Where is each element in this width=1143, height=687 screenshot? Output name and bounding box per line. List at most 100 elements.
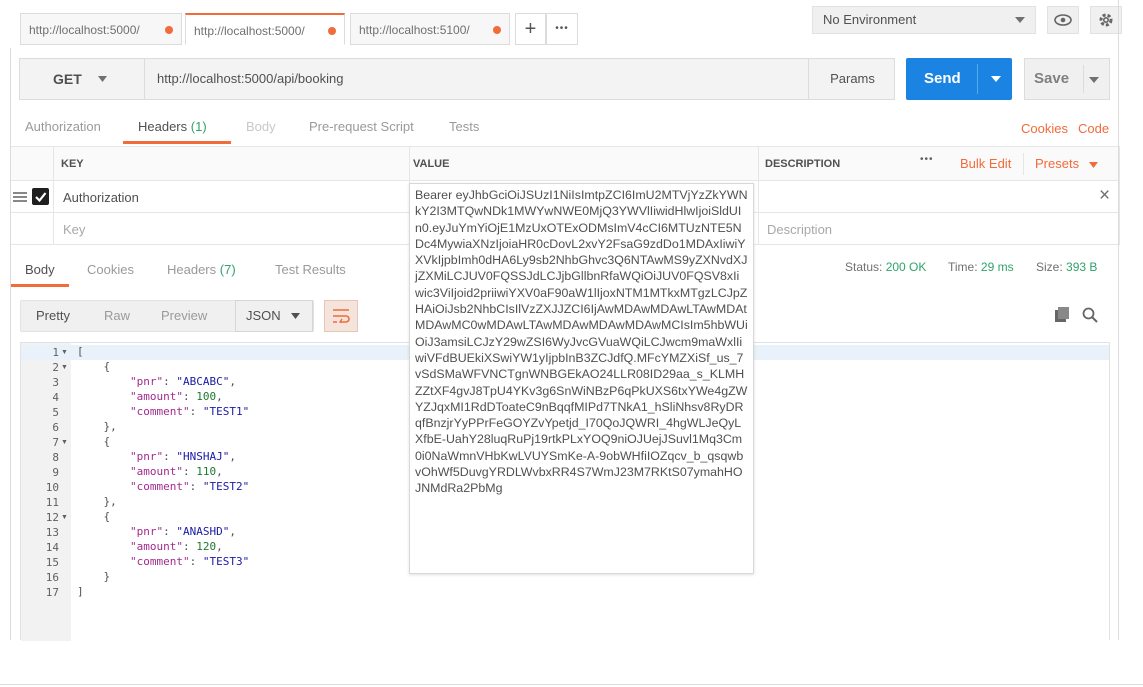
code-line: "amount": 100, (129, 390, 223, 403)
code-line: "pnr": "ANASHD", (129, 525, 236, 538)
eye-icon (1054, 14, 1072, 26)
response-tab-test-results[interactable]: Test Results (275, 262, 346, 277)
code-line: "amount": 120, (129, 540, 223, 553)
format-select[interactable]: JSON (235, 300, 313, 332)
environment-select[interactable]: No Environment (812, 6, 1036, 34)
line-number: 3 (52, 376, 59, 389)
request-tab-1[interactable]: http://localhost:5000/ (20, 13, 182, 45)
line-number: 9 (52, 466, 59, 479)
column-description: DESCRIPTION (765, 158, 841, 170)
line-number: 2 (52, 361, 59, 374)
tab-headers[interactable]: Headers (1) (138, 119, 207, 134)
send-label: Send (924, 70, 961, 87)
response-tab-body[interactable]: Body (25, 262, 55, 277)
format-label: JSON (246, 308, 281, 323)
request-tab-2[interactable]: http://localhost:5000/ (185, 13, 345, 45)
method-select[interactable]: GET (20, 59, 145, 99)
cookies-link[interactable]: Cookies (1021, 121, 1068, 136)
view-preview[interactable]: Preview (161, 301, 207, 331)
fold-arrow-icon[interactable]: ▼ (61, 364, 68, 371)
size-value: 393 B (1066, 260, 1098, 274)
unsaved-dot-icon (493, 26, 501, 34)
time-label: Time: (948, 260, 978, 274)
line-number: 11 (45, 496, 59, 509)
column-value: VALUE (413, 158, 450, 170)
header-value-editor[interactable]: Bearer eyJhbGciOiJSUzI1NiIsImtpZCI6ImU2M… (409, 183, 754, 574)
search-icon[interactable] (1082, 307, 1098, 323)
code-line: { (77, 510, 111, 523)
code-link[interactable]: Code (1078, 121, 1109, 136)
line-number: 4 (52, 391, 59, 404)
presets-dropdown[interactable]: Presets (1035, 156, 1098, 171)
unsaved-dot-icon (328, 27, 336, 35)
line-number: 12 (45, 511, 59, 524)
new-tab-button[interactable]: + (515, 13, 546, 45)
code-line: "pnr": "HNSHAJ", (129, 450, 236, 463)
copy-icon[interactable] (1054, 307, 1070, 323)
params-button[interactable]: Params (808, 59, 896, 99)
chevron-down-icon (98, 76, 107, 82)
environment-quick-look-button[interactable] (1047, 6, 1079, 34)
send-button[interactable]: Send (906, 58, 1012, 100)
response-tab-cookies[interactable]: Cookies (87, 262, 134, 277)
line-number: 5 (52, 406, 59, 419)
drag-handle-icon[interactable] (13, 192, 27, 202)
chevron-down-icon[interactable] (991, 76, 1001, 82)
url-input[interactable]: http://localhost:5000/api/booking (157, 59, 343, 99)
save-divider (1083, 65, 1084, 93)
tab-pre-request-script[interactable]: Pre-request Script (309, 119, 414, 134)
status-value: 200 OK (885, 260, 927, 274)
line-number: 8 (52, 451, 59, 464)
column-key: KEY (61, 158, 84, 170)
headers-count: (1) (190, 119, 207, 134)
chevron-down-icon (1015, 17, 1025, 23)
response-tab-headers[interactable]: Headers (7) (167, 262, 236, 277)
fold-arrow-icon[interactable]: ▼ (61, 439, 68, 446)
checkbox-checked-icon[interactable] (32, 188, 49, 205)
line-number: 1 (52, 346, 59, 359)
code-line: { (77, 435, 111, 448)
wrap-icon (333, 309, 350, 326)
active-tab-indicator (10, 284, 69, 287)
view-raw[interactable]: Raw (104, 301, 130, 331)
tab-options-button[interactable]: ••• (546, 13, 578, 45)
line-number: 10 (45, 481, 59, 494)
code-line: } (77, 570, 111, 583)
pane-border (1118, 0, 1119, 640)
bulk-edit-link[interactable]: Bulk Edit (960, 156, 1011, 171)
size-label: Size: (1036, 260, 1063, 274)
table-options-button[interactable]: ••• (920, 154, 934, 165)
code-line: "comment": "TEST1" (129, 405, 250, 418)
time-readout: Time: 29 ms (948, 260, 1014, 274)
fold-arrow-icon[interactable]: ▼ (61, 514, 68, 521)
description-input[interactable]: Description (767, 222, 832, 237)
save-label: Save (1034, 70, 1070, 87)
key-input[interactable]: Key (63, 222, 85, 237)
line-number: 16 (45, 571, 59, 584)
wrap-lines-button[interactable] (324, 300, 358, 332)
code-line: [ (77, 345, 84, 358)
code-line: }, (77, 420, 117, 433)
delete-row-button[interactable]: × (1099, 185, 1110, 207)
tab-body[interactable]: Body (246, 119, 276, 134)
line-number: 6 (52, 421, 59, 434)
code-line: { (77, 360, 111, 373)
headers-table-head: KEY VALUE DESCRIPTION ••• Bulk Edit Pres… (11, 147, 1119, 181)
request-tab-3[interactable]: http://localhost:5100/ (350, 13, 510, 45)
tab-label: http://localhost:5000/ (29, 23, 140, 37)
tab-tests[interactable]: Tests (449, 119, 479, 134)
view-pretty[interactable]: Pretty (36, 301, 70, 331)
save-button[interactable]: Save (1024, 58, 1110, 100)
chevron-down-icon (1088, 162, 1098, 168)
method-label: GET (53, 71, 82, 87)
time-value: 29 ms (980, 260, 1014, 274)
fold-arrow-icon[interactable]: ▼ (61, 349, 68, 356)
code-line: "comment": "TEST2" (129, 480, 250, 493)
code-line: "pnr": "ABCABC", (129, 375, 236, 388)
tab-authorization[interactable]: Authorization (25, 119, 101, 134)
chevron-down-icon[interactable] (1089, 77, 1099, 83)
header-key-field[interactable]: Authorization (63, 190, 139, 205)
line-number: 17 (45, 586, 59, 599)
chevron-down-icon (291, 313, 300, 319)
tab-headers-label: Headers (138, 119, 188, 134)
